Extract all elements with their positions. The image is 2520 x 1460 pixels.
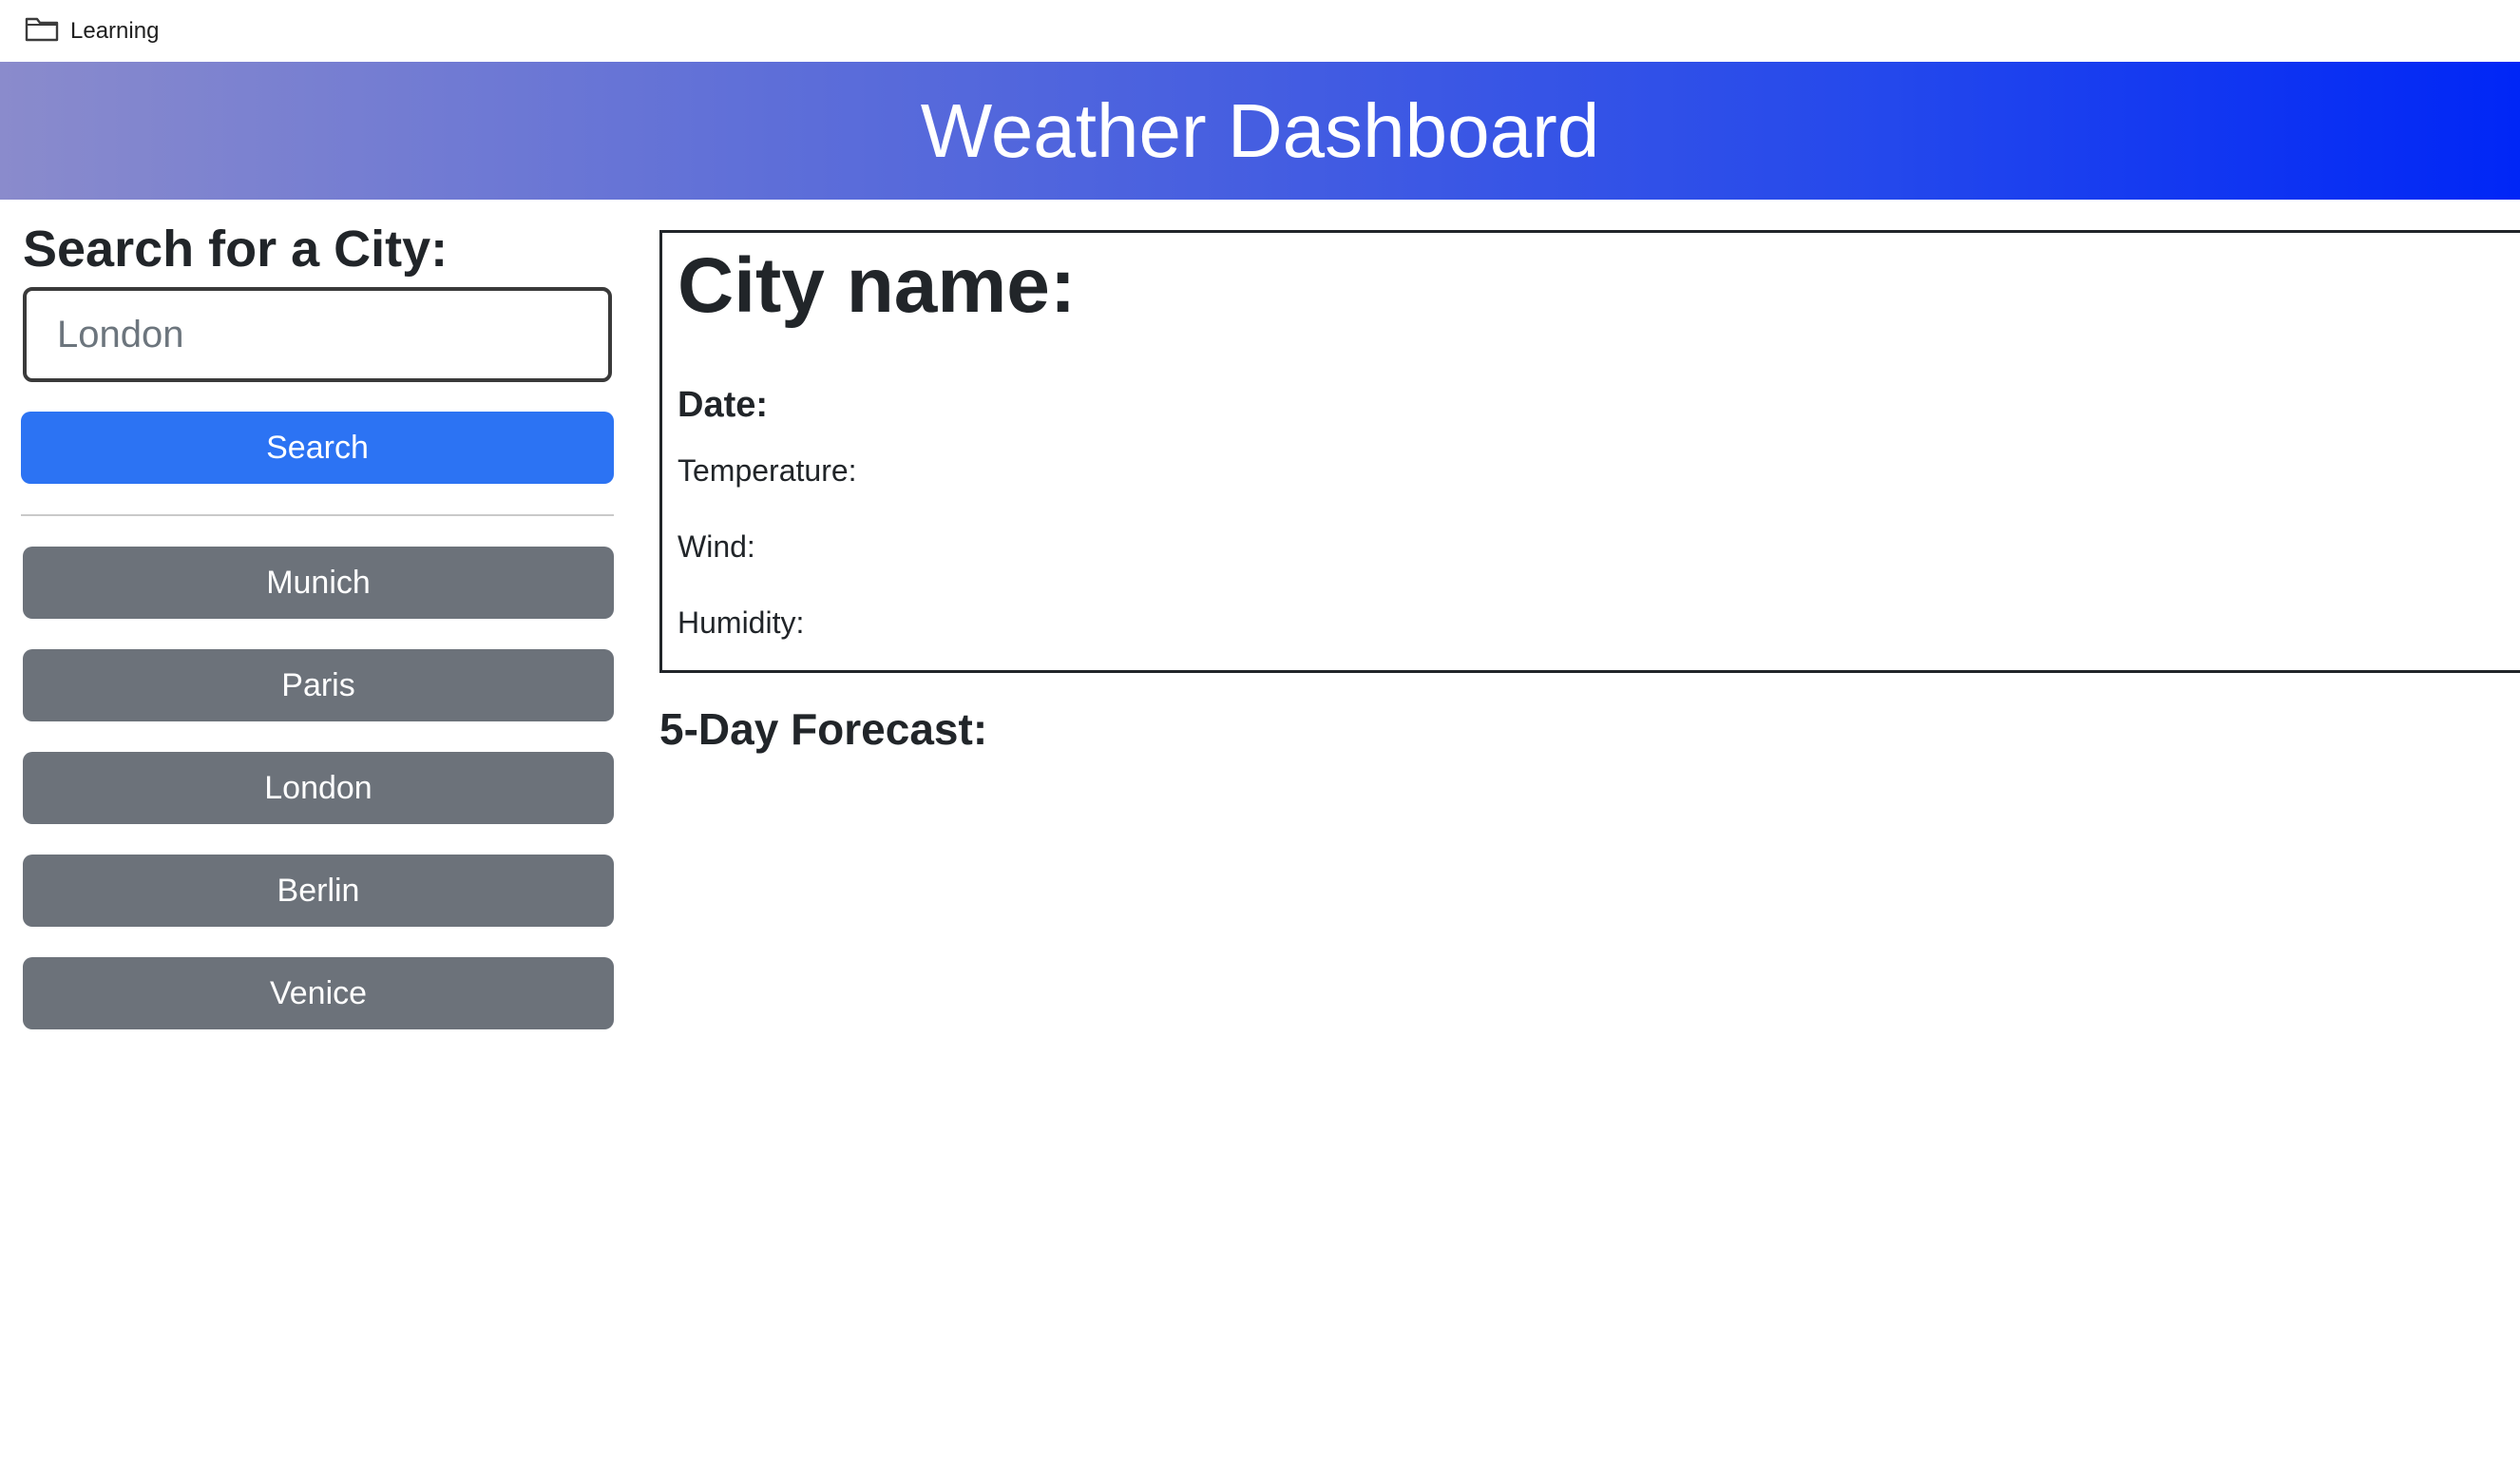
bookmarks-bar: Learning <box>0 0 2520 62</box>
history-button-berlin[interactable]: Berlin <box>23 855 614 927</box>
history-button-venice[interactable]: Venice <box>23 957 614 1029</box>
bookmark-learning[interactable]: Learning <box>25 15 159 47</box>
forecast-heading: 5-Day Forecast: <box>659 704 988 754</box>
temperature-label: Temperature: <box>678 453 857 488</box>
page-title: Weather Dashboard <box>920 87 1600 173</box>
sidebar-divider <box>21 514 614 516</box>
search-button[interactable]: Search <box>21 412 614 484</box>
wind-label: Wind: <box>678 529 755 564</box>
city-name-heading: City name: <box>678 242 1077 329</box>
folder-icon <box>25 15 59 47</box>
page-header: Weather Dashboard <box>0 62 2520 200</box>
current-weather-card: City name: Date: Temperature: Wind: Humi… <box>659 230 2520 673</box>
humidity-label: Humidity: <box>678 605 805 640</box>
history-button-london[interactable]: London <box>23 752 614 824</box>
history-button-paris[interactable]: Paris <box>23 649 614 721</box>
bookmark-label: Learning <box>70 17 160 44</box>
search-sidebar: Search for a City: Search Munich Paris L… <box>21 200 614 1029</box>
date-label: Date: <box>678 385 769 425</box>
search-history-list: Munich Paris London Berlin Venice <box>23 547 614 1060</box>
history-button-munich[interactable]: Munich <box>23 547 614 619</box>
city-search-input[interactable] <box>23 287 612 382</box>
search-heading: Search for a City: <box>23 221 449 278</box>
